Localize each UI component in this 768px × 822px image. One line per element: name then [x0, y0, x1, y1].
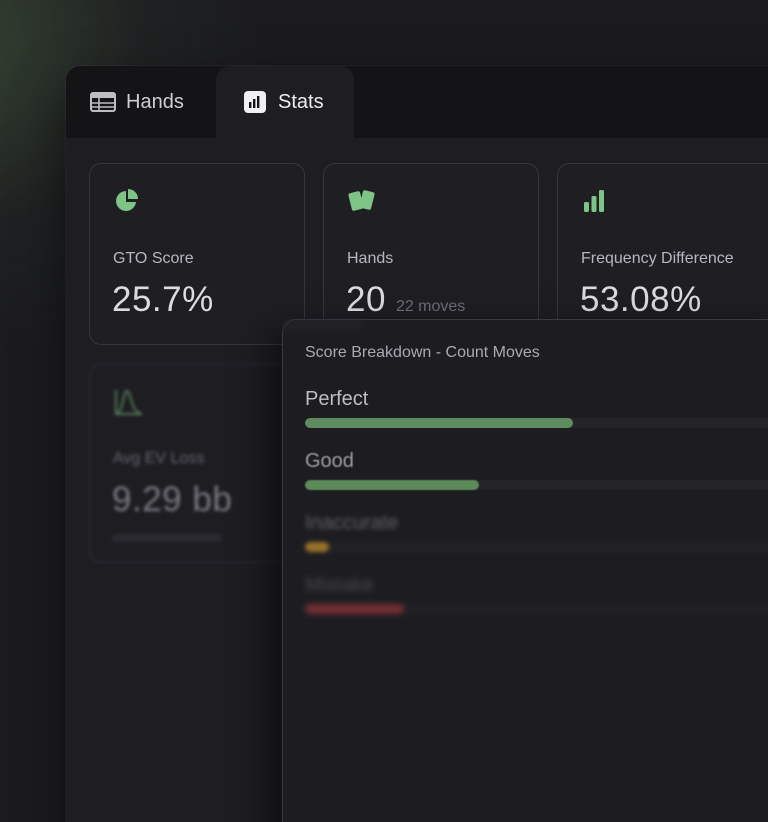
- hands-label: Hands: [347, 250, 394, 267]
- progress-track: [305, 604, 768, 614]
- frequency-difference-value: 53.08%: [580, 280, 702, 319]
- progress-fill: [305, 604, 404, 614]
- progress-track: [305, 542, 768, 552]
- row-label: Perfect: [305, 388, 369, 410]
- row-label: Good: [305, 450, 354, 472]
- progress-fill: [305, 418, 573, 428]
- score-breakdown-popover: Score Breakdown - Count Moves Perfect Go…: [282, 319, 768, 822]
- breakdown-row-inaccurate: Inaccurate: [305, 512, 768, 552]
- breakdown-title: Score Breakdown - Count Moves: [305, 344, 540, 361]
- breakdown-row-good: Good: [305, 450, 768, 490]
- hands-count: 20: [346, 280, 386, 319]
- cards-icon: [348, 188, 378, 219]
- hands-card: Hands 20 22 moves: [323, 163, 539, 345]
- avg-ev-loss-unit: bb: [192, 480, 233, 519]
- gto-score-value: 25.7%: [112, 280, 214, 319]
- hands-value: 20 22 moves: [346, 280, 465, 320]
- table-icon: [90, 92, 116, 112]
- gto-score-label: GTO Score: [113, 250, 194, 267]
- avg-ev-loss-value: 9.29 bb: [112, 480, 232, 520]
- signal-bars-icon: [582, 188, 606, 219]
- breakdown-row-mistake: Mistake: [305, 574, 768, 614]
- progress-fill: [305, 480, 479, 490]
- row-label: Mistake: [305, 574, 374, 596]
- progress-track: [305, 480, 768, 490]
- gto-score-card: GTO Score 25.7%: [89, 163, 305, 345]
- progress-track: [305, 418, 768, 428]
- tab-stats[interactable]: Stats: [216, 66, 354, 138]
- frequency-difference-label: Frequency Difference: [581, 250, 734, 267]
- breakdown-row-perfect: Perfect: [305, 388, 768, 428]
- distribution-curve-icon: [114, 388, 144, 421]
- bar-chart-icon: [244, 91, 266, 113]
- avg-ev-loss-card: Avg EV Loss 9.29 bb: [89, 363, 305, 563]
- pie-chart-icon: [114, 188, 140, 219]
- avg-ev-loss-number: 9.29: [112, 480, 183, 519]
- tab-stats-label: Stats: [278, 90, 324, 113]
- moves-count: 22 moves: [395, 298, 466, 315]
- avg-ev-loss-label: Avg EV Loss: [113, 450, 205, 467]
- tab-hands[interactable]: Hands: [90, 66, 184, 138]
- blurred-placeholder: [283, 320, 363, 330]
- tab-hands-label: Hands: [126, 90, 184, 113]
- card-footer-placeholder: [112, 534, 222, 542]
- progress-fill: [305, 542, 329, 552]
- tab-bar: Hands Stats: [66, 66, 768, 138]
- frequency-difference-card: Frequency Difference 53.08%: [557, 163, 768, 345]
- row-label: Inaccurate: [305, 512, 399, 534]
